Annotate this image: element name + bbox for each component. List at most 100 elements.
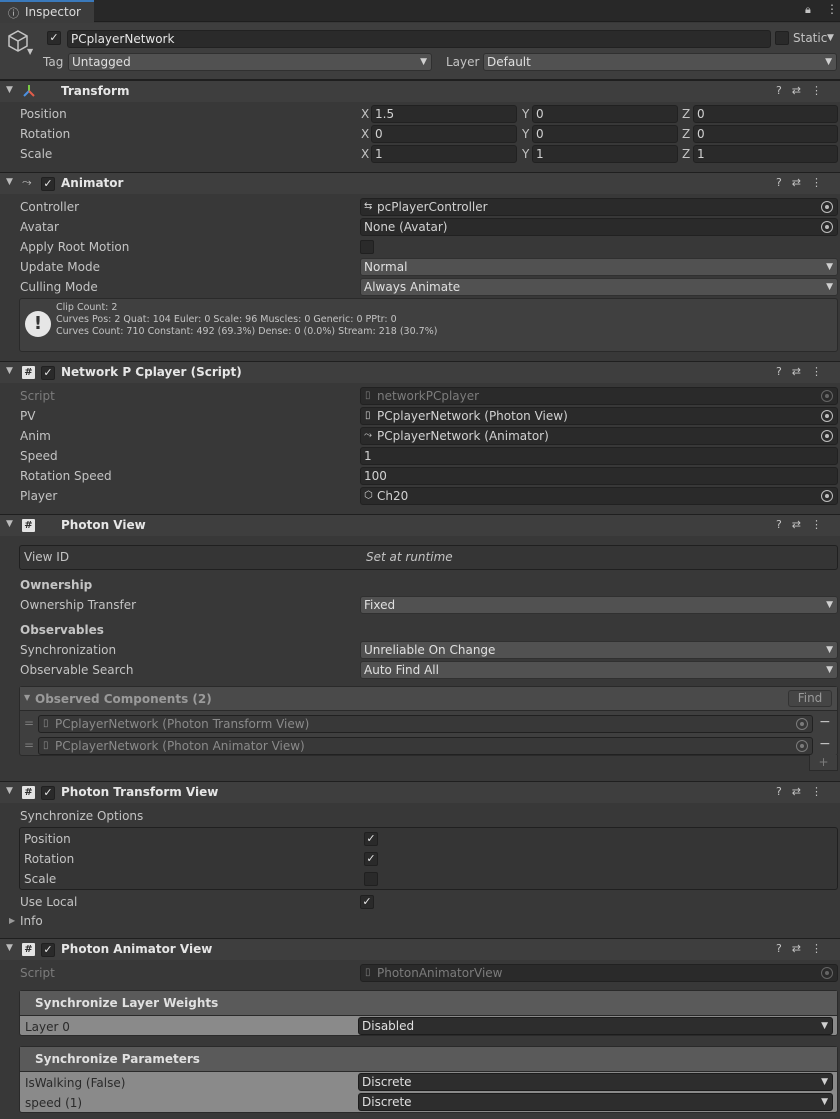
foldout-arrow-icon[interactable]: ▼ <box>6 943 13 953</box>
object-picker-icon[interactable] <box>796 740 808 752</box>
object-picker-icon[interactable] <box>821 201 833 213</box>
foldout-arrow-icon[interactable]: ▼ <box>6 786 13 796</box>
photon-animator-enabled-checkbox[interactable]: ✓ <box>41 943 55 957</box>
foldout-arrow-icon[interactable]: ▼ <box>6 177 13 187</box>
animator-script-label: Script <box>20 966 55 980</box>
photon-transform-header[interactable]: ▼ # ✓ Photon Transform View ?⇄⋮ <box>0 781 840 803</box>
observed-components-header[interactable]: ▼ Observed Components (2) Find <box>20 687 837 711</box>
photon-animator-header[interactable]: ▼ # ✓ Photon Animator View ?⇄⋮ <box>0 938 840 960</box>
foldout-arrow-icon[interactable]: ▼ <box>6 366 13 376</box>
gameobject-name-field[interactable]: PCplayerNetwork <box>67 30 771 48</box>
photon-view-header[interactable]: ▼ # Photon View ?⇄⋮ <box>0 514 840 536</box>
position-y-field[interactable]: 0 <box>532 105 678 123</box>
chevron-down-icon: ▼ <box>826 665 833 675</box>
object-picker-icon[interactable] <box>821 410 833 422</box>
pv-row: PV ▯ PCplayerNetwork (Photon View) <box>0 406 840 426</box>
animator-header[interactable]: ▼ ⤳ ✓ Animator ?⇄⋮ <box>0 172 840 194</box>
avatar-field[interactable]: None (Avatar) <box>360 218 838 236</box>
rotation-speed-label: Rotation Speed <box>20 469 112 483</box>
rotation-speed-field[interactable]: 100 <box>360 467 838 485</box>
component-header-icons[interactable]: ?⇄⋮ <box>776 518 832 531</box>
rotation-row: Rotation X 0 Y 0 Z 0 <box>0 124 840 144</box>
position-z-field[interactable]: 0 <box>693 105 838 123</box>
position-x-field[interactable]: 1.5 <box>371 105 517 123</box>
player-row: Player ⬡ Ch20 <box>0 486 840 506</box>
component-header-icons[interactable]: ?⇄⋮ <box>776 785 832 798</box>
tab-inspector[interactable]: ⓘ Inspector <box>0 0 94 23</box>
foldout-arrow-icon[interactable]: ▼ <box>6 519 13 529</box>
scale-y-field[interactable]: 1 <box>532 145 678 163</box>
script-file-icon: ▯ <box>365 967 371 978</box>
controller-field[interactable]: ⇆ pcPlayerController <box>360 198 838 216</box>
animator-enabled-checkbox[interactable]: ✓ <box>41 177 55 191</box>
param1-label: IsWalking (False) <box>25 1076 126 1090</box>
remove-item-icon[interactable]: − <box>819 714 831 730</box>
speed-field[interactable]: 1 <box>360 447 838 465</box>
object-picker-icon[interactable] <box>821 221 833 233</box>
update-mode-dropdown[interactable]: Normal ▼ <box>360 258 838 276</box>
player-field[interactable]: ⬡ Ch20 <box>360 487 838 505</box>
network-script-header[interactable]: ▼ # ✓ Network P Cplayer (Script) ?⇄⋮ <box>0 361 840 383</box>
synchronization-label: Synchronization <box>20 643 117 657</box>
drag-handle-icon[interactable]: = <box>24 716 34 730</box>
pv-field[interactable]: ▯ PCplayerNetwork (Photon View) <box>360 407 838 425</box>
culling-mode-dropdown[interactable]: Always Animate ▼ <box>360 278 838 296</box>
component-header-icons[interactable]: ?⇄⋮ <box>776 84 832 97</box>
object-picker-icon[interactable] <box>821 490 833 502</box>
root-motion-row: Apply Root Motion <box>0 237 840 257</box>
transform-header[interactable]: ▼ Transform ?⇄⋮ <box>0 80 840 102</box>
root-motion-checkbox[interactable] <box>360 240 374 254</box>
prefab-dropdown-icon[interactable]: ▼ <box>27 47 33 56</box>
use-local-checkbox[interactable]: ✓ <box>360 895 374 909</box>
scale-z-field[interactable]: 1 <box>693 145 838 163</box>
sync-scale-checkbox[interactable] <box>364 872 378 886</box>
anim-field[interactable]: ⤳ PCplayerNetwork (Animator) <box>360 427 838 445</box>
layer-weights-box: Synchronize Layer Weights Layer 0 Disabl… <box>19 990 838 1036</box>
rotation-y-field[interactable]: 0 <box>532 125 678 143</box>
observed-components-list: ▼ Observed Components (2) Find = ▯ PCplay… <box>19 686 838 756</box>
foldout-arrow-icon[interactable]: ▼ <box>6 85 13 95</box>
remove-item-icon[interactable]: − <box>819 736 831 752</box>
gameobject-active-checkbox[interactable]: ✓ <box>47 31 61 45</box>
param1-dropdown[interactable]: Discrete ▼ <box>358 1073 833 1091</box>
lock-icon[interactable]: 🔒︎ <box>805 3 811 17</box>
layer-weights-header[interactable]: Synchronize Layer Weights <box>20 991 837 1016</box>
ownership-transfer-dropdown[interactable]: Fixed ▼ <box>360 596 838 614</box>
transform-icon <box>23 85 35 97</box>
sync-position-checkbox[interactable]: ✓ <box>364 832 378 846</box>
find-button[interactable]: Find <box>788 690 832 707</box>
foldout-arrow-icon[interactable]: ▼ <box>24 693 30 702</box>
static-checkbox[interactable] <box>775 31 789 45</box>
rotation-x-field[interactable]: 0 <box>371 125 517 143</box>
anim-label: Anim <box>20 429 51 443</box>
info-foldout-label[interactable]: Info <box>20 914 43 928</box>
kebab-menu-icon[interactable]: ⋮ <box>826 2 838 16</box>
network-script-enabled-checkbox[interactable]: ✓ <box>41 366 55 380</box>
observables-heading: Observables <box>20 623 104 637</box>
info-foldout-arrow-icon[interactable]: ▶ <box>9 916 15 925</box>
photon-transform-enabled-checkbox[interactable]: ✓ <box>41 786 55 800</box>
observed-component-field: ▯ PCplayerNetwork (Photon Transform View) <box>38 715 813 733</box>
layer0-dropdown[interactable]: Disabled ▼ <box>358 1017 833 1035</box>
parameters-header[interactable]: Synchronize Parameters <box>20 1047 837 1072</box>
synchronization-dropdown[interactable]: Unreliable On Change ▼ <box>360 641 838 659</box>
component-header-icons[interactable]: ?⇄⋮ <box>776 365 832 378</box>
axis-z-label: Z <box>682 107 691 121</box>
drag-handle-icon[interactable]: = <box>24 738 34 752</box>
object-picker-icon[interactable] <box>821 430 833 442</box>
object-picker-icon[interactable] <box>796 718 808 730</box>
param2-dropdown[interactable]: Discrete ▼ <box>358 1093 833 1111</box>
static-dropdown-icon[interactable]: ▼ <box>827 33 834 43</box>
component-header-icons[interactable]: ?⇄⋮ <box>776 176 832 189</box>
add-item-button[interactable]: + <box>809 755 838 771</box>
anim-value: PCplayerNetwork (Animator) <box>377 429 549 443</box>
layer-dropdown[interactable]: Default ▼ <box>483 53 837 71</box>
tag-dropdown[interactable]: Untagged ▼ <box>68 53 432 71</box>
chevron-down-icon: ▼ <box>826 600 833 610</box>
component-header-icons[interactable]: ?⇄⋮ <box>776 942 832 955</box>
scale-x-field[interactable]: 1 <box>371 145 517 163</box>
sync-rotation-checkbox[interactable]: ✓ <box>364 852 378 866</box>
rotation-z-field[interactable]: 0 <box>693 125 838 143</box>
observable-search-dropdown[interactable]: Auto Find All ▼ <box>360 661 838 679</box>
chevron-down-icon: ▼ <box>825 57 832 67</box>
